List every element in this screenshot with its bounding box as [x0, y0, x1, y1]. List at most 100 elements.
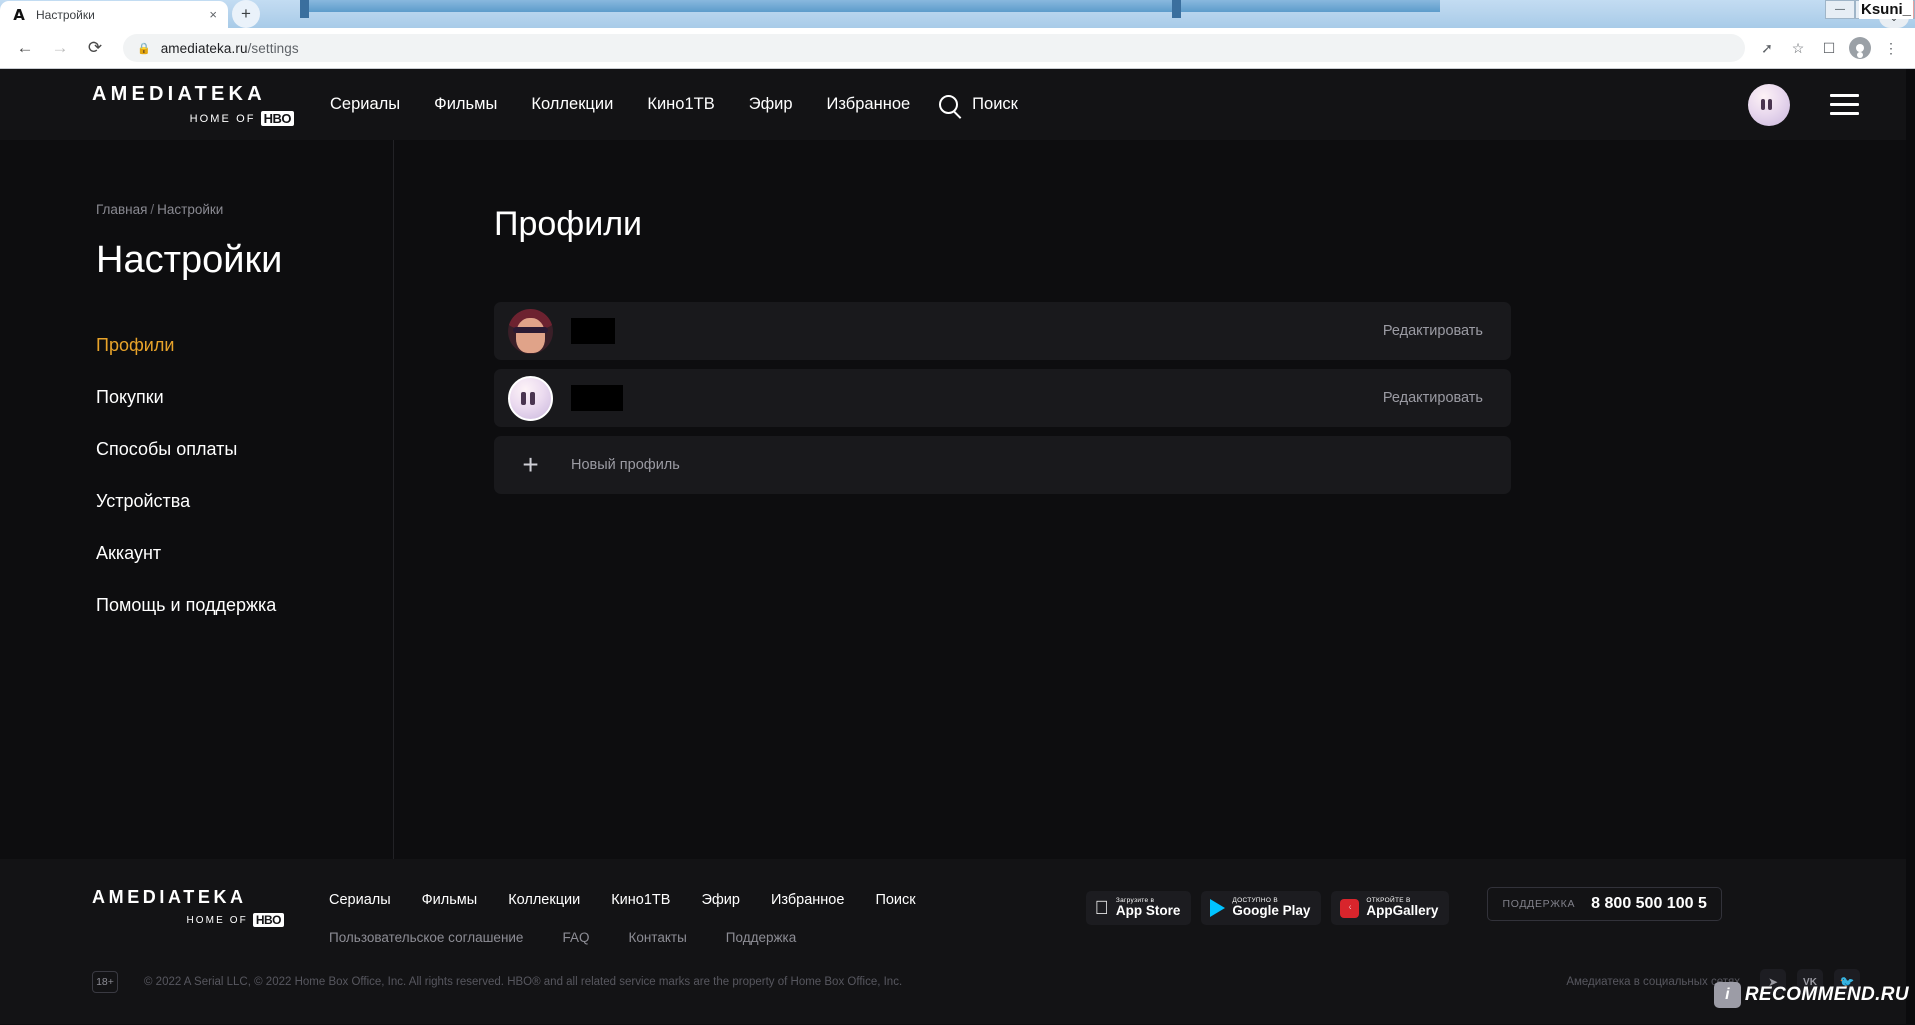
footer-nav-search[interactable]: Поиск [875, 892, 915, 908]
support-phone-number: 8 800 500 100 5 [1576, 895, 1707, 912]
browser-toolbar: ← → ⟳ 🔒 amediateka.ru/settings ➚ ☆ ☐ ⋮ [0, 28, 1915, 69]
google-play-icon [1210, 899, 1226, 917]
sidebar-icon[interactable]: ☐ [1815, 34, 1843, 62]
app-store-badge[interactable]:  Загрузите в App Store [1085, 891, 1192, 925]
sidebar-item-help-support[interactable]: Помощь и поддержка [96, 595, 393, 616]
footer-nav-serials[interactable]: Сериалы [329, 892, 391, 908]
profile-row[interactable]: Редактировать [494, 369, 1511, 427]
ghost-avatar [508, 375, 553, 421]
page-scrollbar[interactable] [1906, 69, 1915, 1024]
site-logo[interactable]: AMEDIATEKA HOME OF HBO [92, 83, 302, 126]
header-right-group [1748, 83, 1915, 126]
footer-nav-faq[interactable]: FAQ [562, 930, 589, 945]
tabstrip-mark-left [300, 0, 309, 18]
site-header: AMEDIATEKA HOME OF HBO Сериалы Фильмы Ко… [0, 69, 1915, 140]
main-panel: Профили Редактировать Редактировать + Но… [394, 140, 1915, 930]
plus-icon: + [522, 449, 539, 480]
sidebar-item-purchases[interactable]: Покупки [96, 387, 393, 408]
lock-icon: 🔒 [137, 42, 151, 55]
age-rating-badge: 18+ [92, 971, 118, 993]
kebab-menu-icon[interactable]: ⋮ [1877, 34, 1905, 62]
footer-nav-efir[interactable]: Эфир [701, 892, 740, 908]
footer-nav-primary: Сериалы Фильмы Коллекции Кино1ТВ Эфир Из… [329, 892, 916, 908]
nav-item-collections[interactable]: Коллекции [531, 95, 613, 114]
new-tab-button[interactable]: + [232, 0, 260, 28]
footer-nav-films[interactable]: Фильмы [422, 892, 478, 908]
tabstrip-mark-right [1172, 0, 1181, 18]
footer-nav-kino1tv[interactable]: Кино1ТВ [611, 892, 670, 908]
footer-nav-favorites[interactable]: Избранное [771, 892, 844, 908]
app-store-badge-big: App Store [1101, 903, 1181, 919]
footer-logo-main: AMEDIATEKA [92, 887, 247, 907]
browser-chrome: A Настройки × + ⌄ — ▭ × Ksuni_ ← → ⟳ 🔒 a… [0, 0, 1915, 69]
new-profile-row[interactable]: + Новый профиль [494, 436, 1511, 494]
google-play-badge-big: Google Play [1218, 903, 1310, 919]
huawei-appgallery-icon: ☇ [1340, 898, 1360, 918]
footer-logo[interactable]: AMEDIATEKA HOME OF HBO [92, 887, 292, 927]
site-logo-main: AMEDIATEKA [92, 83, 266, 105]
header-search-button[interactable]: Поиск [939, 95, 1018, 114]
url-path: /settings [247, 40, 299, 56]
share-icon[interactable]: ➚ [1753, 34, 1781, 62]
page-content: AMEDIATEKA HOME OF HBO Сериалы Фильмы Ко… [0, 69, 1915, 1024]
ghost-avatar[interactable] [1748, 83, 1790, 126]
support-phone-box[interactable]: ПОДДЕРЖКА 8 800 500 100 5 [1487, 887, 1722, 921]
nav-item-films[interactable]: Фильмы [434, 95, 497, 114]
hamburger-menu-icon[interactable] [1830, 94, 1859, 115]
footer-nav-collections[interactable]: Коллекции [508, 892, 580, 908]
sidebar-item-profiles[interactable]: Профили [96, 335, 393, 356]
site-footer: AMEDIATEKA HOME OF HBO Сериалы Фильмы Ко… [0, 859, 1915, 1024]
appgallery-badge-big: AppGallery [1352, 903, 1438, 919]
copyright-text: © 2022 A Serial LLC, © 2022 Home Box Off… [144, 976, 903, 988]
breadcrumb: Главная / Настройки [96, 202, 393, 217]
footer-logo-sub-text: HOME OF [186, 914, 248, 926]
profile-name-redacted [571, 385, 623, 411]
footer-logo-sub: HOME OF HBO [92, 913, 292, 927]
sidebar-item-account[interactable]: Аккаунт [96, 543, 393, 564]
google-play-badge[interactable]: ДОСТУПНО В Google Play [1201, 891, 1322, 925]
footer-links: Сериалы Фильмы Коллекции Кино1ТВ Эфир Из… [329, 887, 916, 945]
profile-row[interactable]: Редактировать [494, 302, 1511, 360]
breadcrumb-current: Настройки [157, 202, 224, 217]
sidebar-item-payment-methods[interactable]: Способы оплаты [96, 439, 393, 460]
appgallery-badge[interactable]: ☇ ОТКРОЙТЕ В AppGallery [1331, 891, 1450, 925]
edit-profile-link[interactable]: Редактировать [1383, 323, 1483, 339]
irecommend-watermark: i RECOMMEND.RU [1713, 982, 1909, 1008]
footer-nav-support[interactable]: Поддержка [726, 930, 796, 945]
window-user-label: Ksuni_ [1858, 0, 1913, 19]
profiles-list: Редактировать Редактировать + Новый проф… [494, 302, 1511, 494]
forward-button-icon[interactable]: → [45, 33, 75, 63]
footer-nav-user-agreement[interactable]: Пользовательское соглашение [329, 930, 523, 945]
breadcrumb-home[interactable]: Главная [96, 202, 147, 217]
reload-button-icon[interactable]: ⟳ [80, 33, 110, 63]
nav-item-serials[interactable]: Сериалы [330, 95, 400, 114]
content-wrapper: Главная / Настройки Настройки Профили Поку… [0, 140, 1915, 930]
tabstrip-decoration [300, 0, 1440, 12]
footer-nav-contacts[interactable]: Контакты [628, 930, 686, 945]
search-icon [939, 95, 959, 114]
site-logo-sub: HOME OF HBO [92, 111, 302, 126]
tab-close-icon[interactable]: × [206, 8, 220, 21]
store-badges:  Загрузите в App Store ДОСТУПНО В Googl… [1085, 887, 1450, 925]
page-title: Настройки [96, 239, 283, 281]
browser-tab-settings[interactable]: A Настройки × [0, 1, 228, 28]
profile-avatar-icon[interactable] [1846, 34, 1874, 62]
address-bar-url: amediateka.ru/settings [161, 41, 299, 56]
nav-item-favorites[interactable]: Избранное [827, 95, 911, 114]
footer-top: AMEDIATEKA HOME OF HBO Сериалы Фильмы Ко… [0, 887, 1915, 945]
edit-profile-link[interactable]: Редактировать [1383, 390, 1483, 406]
site-logo-sub-text: HOME OF [189, 112, 256, 125]
face-sunglasses-avatar [508, 308, 553, 354]
window-minimize-button[interactable]: — [1825, 0, 1855, 19]
back-button-icon[interactable]: ← [10, 33, 40, 63]
address-bar[interactable]: 🔒 amediateka.ru/settings [123, 34, 1745, 62]
footer-bottom: 18+ © 2022 A Serial LLC, © 2022 Home Box… [0, 945, 1915, 995]
nav-item-efir[interactable]: Эфир [749, 95, 793, 114]
watermark-badge: i [1713, 982, 1741, 1008]
profile-name-redacted [571, 318, 615, 344]
sidebar-item-devices[interactable]: Устройства [96, 491, 393, 512]
settings-menu: Профили Покупки Способы оплаты Устройств… [96, 335, 393, 616]
bookmark-star-icon[interactable]: ☆ [1784, 34, 1812, 62]
search-label: Поиск [972, 95, 1018, 113]
nav-item-kino1tv[interactable]: Кино1ТВ [647, 95, 714, 114]
